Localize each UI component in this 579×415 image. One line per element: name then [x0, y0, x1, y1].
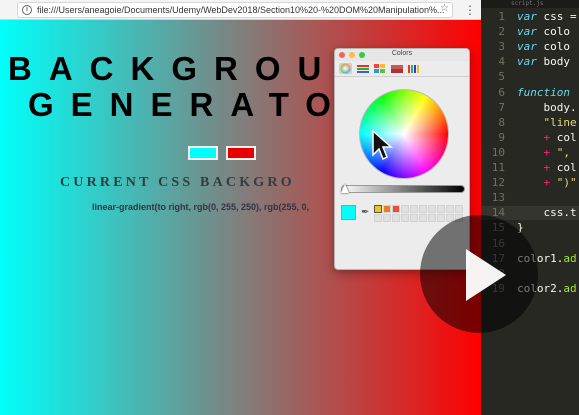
saved-swatch[interactable] [428, 214, 436, 222]
color-wheel-icon[interactable] [339, 63, 352, 74]
line-number: 3 [498, 40, 505, 54]
code-text[interactable]: + col [517, 161, 576, 175]
line-number: 6 [498, 85, 505, 99]
code-line[interactable]: 2 var colo [481, 25, 579, 39]
saved-swatch[interactable] [392, 205, 400, 213]
code-text[interactable]: + col [517, 131, 576, 145]
current-css-heading: CURRENT CSS BACKGRO [60, 175, 295, 190]
code-text[interactable]: "line [517, 116, 576, 130]
brightness-slider[interactable] [341, 185, 465, 193]
code-line[interactable]: 5 [481, 70, 579, 84]
saved-swatch[interactable] [455, 205, 463, 213]
line-number: 10 [491, 145, 505, 159]
code-line[interactable]: 1 var css = [481, 10, 579, 24]
saved-swatch[interactable] [428, 205, 436, 213]
address-bar[interactable]: i file:///Users/aneagoie/Documents/Udemy… [17, 2, 453, 18]
code-editor: script.js 1 var css = 2 var colo 3 var colo 4 v… [481, 0, 579, 415]
code-text[interactable]: css.t [517, 206, 576, 220]
current-color-swatch[interactable] [341, 205, 356, 220]
code-text[interactable]: + ")" [517, 176, 576, 190]
eyedropper-icon[interactable]: ✒ [361, 207, 369, 218]
saved-swatch[interactable] [383, 214, 391, 222]
page-heading-line-2: GENERATO [28, 86, 348, 123]
color-mode-bar [335, 61, 469, 77]
browser-toolbar: i file:///Users/aneagoie/Documents/Udemy… [0, 0, 481, 20]
video-play-button[interactable] [420, 215, 538, 333]
code-line[interactable]: 6 function [481, 86, 579, 100]
play-icon[interactable] [466, 249, 506, 301]
saved-swatch[interactable] [401, 214, 409, 222]
star-icon[interactable]: ☆ [440, 3, 449, 14]
mouse-cursor-icon [372, 129, 393, 161]
code-text[interactable]: function [517, 86, 570, 100]
color1-input[interactable] [188, 146, 218, 160]
code-line[interactable]: 11 + col [481, 161, 579, 175]
line-number: 1 [498, 10, 505, 23]
saved-swatch[interactable] [374, 205, 382, 213]
saved-swatch[interactable] [392, 214, 400, 222]
editor-tab-label[interactable]: script.js [481, 0, 579, 8]
code-line[interactable]: 4 var body [481, 55, 579, 69]
panel-title: Colors [391, 50, 413, 57]
line-number: 8 [498, 115, 505, 129]
saved-swatch[interactable] [383, 205, 391, 213]
saved-swatch[interactable] [401, 205, 409, 213]
sliders-icon[interactable] [356, 63, 369, 74]
code-text[interactable]: var colo [517, 25, 570, 39]
saved-swatch[interactable] [410, 205, 418, 213]
code-text[interactable]: + ", [517, 146, 577, 160]
saved-swatches [374, 205, 463, 222]
editor-tab-bar: script.js [481, 0, 579, 8]
line-number: 5 [498, 70, 505, 84]
saved-swatch[interactable] [419, 205, 427, 213]
saved-swatch[interactable] [374, 214, 382, 222]
line-number: 9 [498, 130, 505, 144]
code-line[interactable]: 12 + ")" [481, 176, 579, 190]
kebab-menu-icon[interactable]: ⋮ [463, 0, 477, 20]
code-line[interactable]: 8 "line [481, 116, 579, 130]
brightness-slider-handle[interactable] [341, 184, 349, 193]
saved-swatch[interactable] [446, 205, 454, 213]
browser-window: i file:///Users/aneagoie/Documents/Udemy… [0, 0, 481, 415]
css-output-text: linear-gradient(to right, rgb(0, 255, 25… [92, 202, 310, 212]
code-text[interactable]: body. [517, 101, 576, 115]
code-text[interactable]: var colo [517, 40, 570, 54]
saved-swatch[interactable] [410, 214, 418, 222]
url-text[interactable]: file:///Users/aneagoie/Documents/Udemy/W… [37, 5, 452, 15]
info-icon[interactable]: i [22, 5, 32, 15]
saved-swatch[interactable] [437, 205, 445, 213]
code-line[interactable]: 10 + ", [481, 146, 579, 160]
line-number: 11 [491, 161, 505, 174]
code-line[interactable]: 7 body. [481, 101, 579, 115]
code-line[interactable]: 3 var colo [481, 40, 579, 54]
line-number: 12 [491, 176, 505, 190]
line-number: 13 [491, 191, 505, 205]
palettes-icon[interactable] [373, 63, 386, 74]
code-line[interactable]: 13 [481, 191, 579, 205]
code-text[interactable]: var css = [517, 10, 577, 24]
image-palettes-icon[interactable] [390, 63, 403, 74]
panel-titlebar[interactable]: Colors [335, 49, 469, 61]
line-number: 7 [498, 100, 505, 114]
crayons-icon[interactable] [407, 63, 420, 74]
page-heading-line-1: BACKGROU [8, 50, 339, 87]
line-number: 4 [498, 55, 505, 69]
saved-swatch[interactable] [437, 214, 445, 222]
line-number: 2 [498, 25, 505, 39]
code-line[interactable]: 9 + col [481, 131, 579, 145]
saved-swatch[interactable] [419, 214, 427, 222]
color2-input[interactable] [226, 146, 256, 160]
code-text[interactable]: var body [517, 55, 570, 69]
